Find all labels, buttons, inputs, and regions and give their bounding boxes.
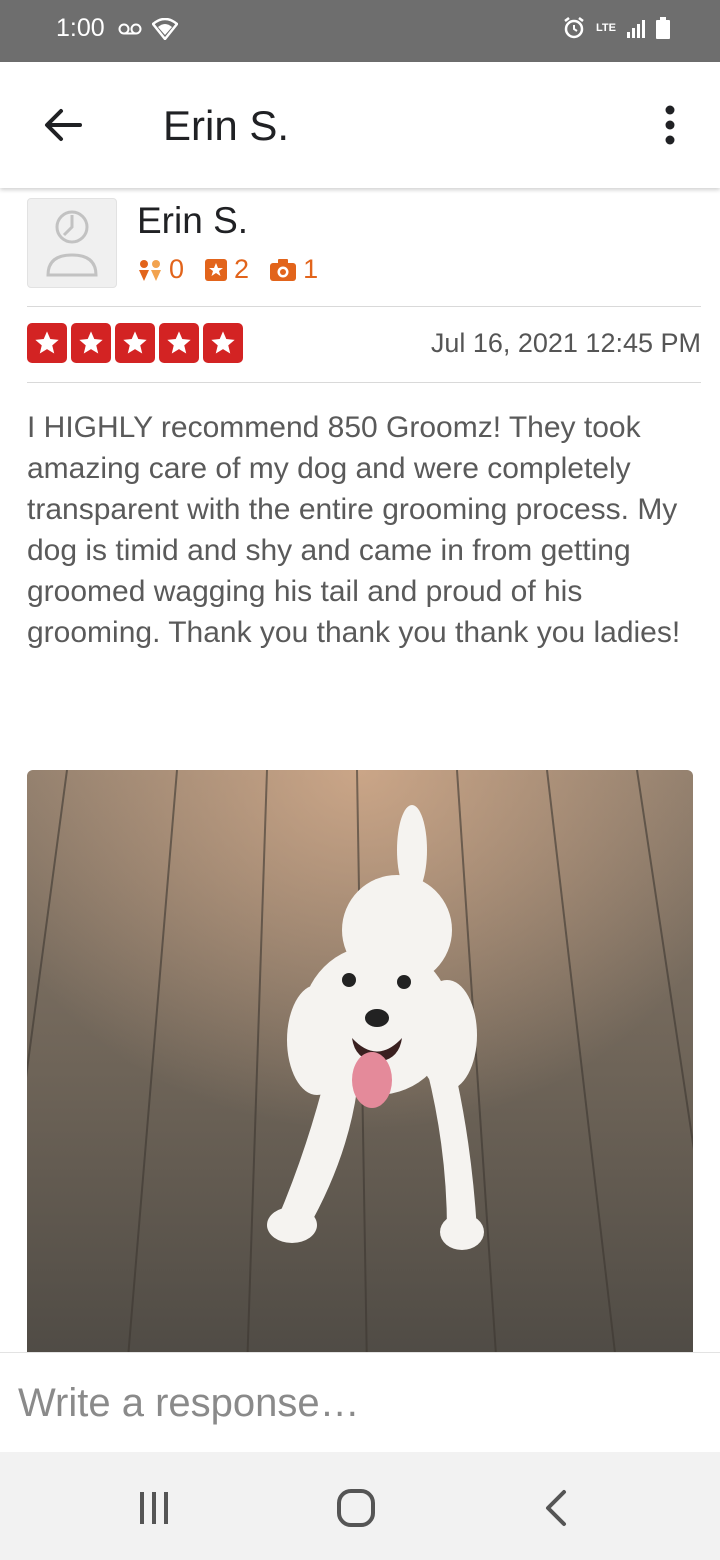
system-nav-bar bbox=[0, 1452, 720, 1560]
battery-icon bbox=[656, 17, 670, 39]
recent-apps-icon[interactable] bbox=[132, 1486, 176, 1530]
avatar[interactable] bbox=[27, 198, 117, 288]
rating-star-icon bbox=[27, 323, 67, 363]
review-star-icon bbox=[205, 258, 228, 281]
network-type: LTE bbox=[596, 22, 616, 34]
divider bbox=[27, 382, 701, 383]
divider bbox=[27, 306, 701, 307]
rating-star-icon bbox=[203, 323, 243, 363]
review-content[interactable]: Erin S. 0 2 1 Jul 16, 2021 12:45 PM I HI… bbox=[0, 188, 720, 1352]
friends-icon bbox=[139, 259, 161, 281]
review-date: Jul 16, 2021 12:45 PM bbox=[430, 328, 701, 358]
status-bar: 1:00 LTE bbox=[0, 0, 720, 62]
back-arrow-icon[interactable] bbox=[40, 102, 86, 148]
reviewer-stats: 0 2 1 bbox=[137, 254, 338, 285]
home-icon[interactable] bbox=[334, 1486, 378, 1530]
voicemail-icon bbox=[118, 23, 142, 35]
reviews-count: 2 bbox=[234, 254, 250, 284]
dog-photo-image bbox=[27, 770, 693, 1352]
photos-stat: 1 bbox=[269, 254, 318, 285]
star-rating bbox=[27, 323, 243, 363]
signal-icon bbox=[627, 20, 645, 38]
rating-star-icon bbox=[159, 323, 199, 363]
page-title: Erin S. bbox=[163, 102, 290, 149]
response-bar bbox=[0, 1352, 720, 1453]
alarm-icon bbox=[564, 17, 584, 39]
rating-star-icon bbox=[71, 323, 111, 363]
status-time: 1:00 bbox=[56, 14, 105, 42]
response-input[interactable] bbox=[18, 1375, 698, 1431]
wifi-icon bbox=[152, 18, 178, 40]
more-vert-icon[interactable] bbox=[650, 102, 690, 148]
photos-count: 1 bbox=[303, 254, 319, 284]
rating-star-icon bbox=[115, 323, 155, 363]
friends-stat: 0 bbox=[137, 254, 184, 285]
reviewer-name[interactable]: Erin S. bbox=[137, 200, 248, 242]
friends-count: 0 bbox=[169, 254, 185, 284]
camera-icon bbox=[270, 258, 297, 281]
back-icon[interactable] bbox=[536, 1486, 580, 1530]
reviews-stat: 2 bbox=[204, 254, 249, 285]
default-avatar-icon bbox=[46, 210, 98, 277]
app-bar: Erin S. bbox=[0, 62, 720, 188]
review-photo[interactable] bbox=[27, 770, 693, 1352]
review-text: I HIGHLY recommend 850 Groomz! They took… bbox=[27, 411, 681, 649]
